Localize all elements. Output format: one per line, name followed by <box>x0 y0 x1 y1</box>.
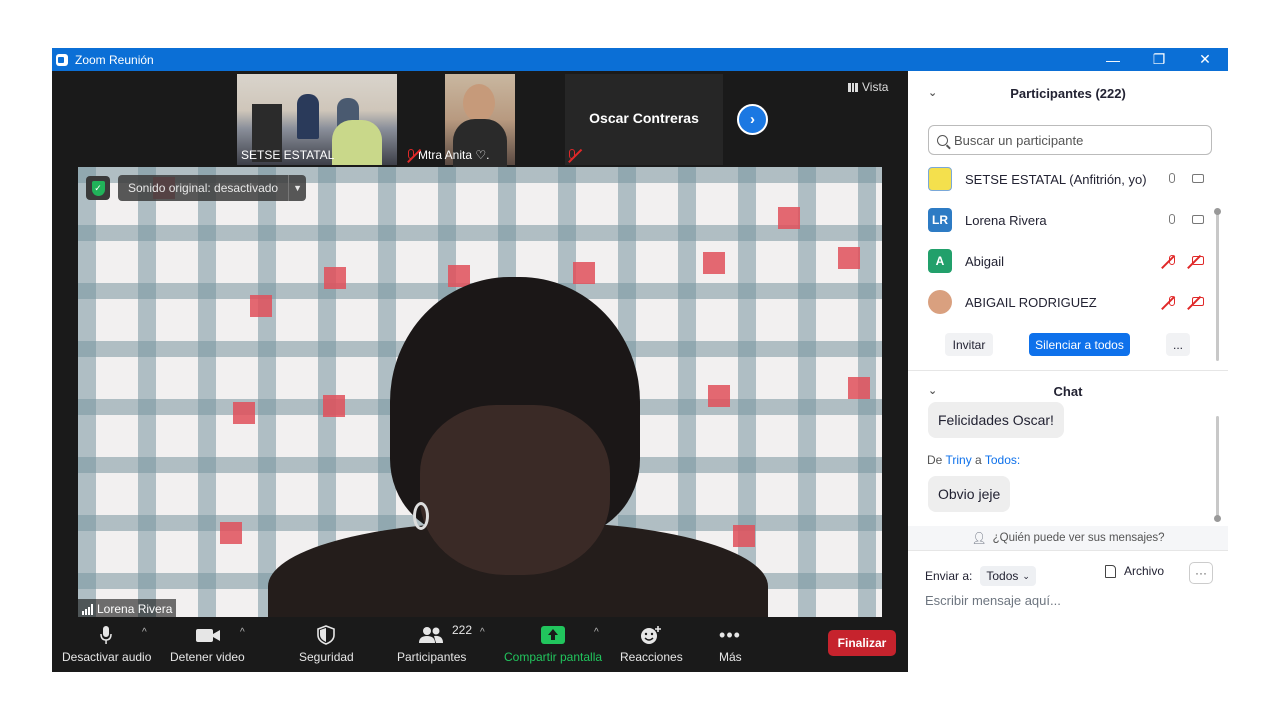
ellipsis-icon: ••• <box>719 624 741 645</box>
muted-mic-icon <box>408 148 414 162</box>
mute-all-button[interactable]: Silenciar a todos <box>1029 333 1130 356</box>
encryption-shield-icon[interactable]: ✓ <box>86 176 110 200</box>
file-icon <box>1105 564 1116 578</box>
message-visibility-link[interactable]: 👤︎ ¿Quién puede ver sus mensajes? <box>908 526 1228 550</box>
chat-sender[interactable]: Triny <box>945 453 971 467</box>
reactions-button[interactable]: Reacciones <box>618 617 688 672</box>
chat-scrollbar[interactable] <box>1216 416 1219 516</box>
send-to-label: Enviar a: <box>925 569 973 583</box>
participants-more-button[interactable]: ... <box>1166 333 1190 356</box>
avatar <box>928 290 952 314</box>
restore-button[interactable]: ❐ <box>1136 48 1182 71</box>
search-icon <box>937 134 948 146</box>
video-thumbnail[interactable]: Oscar Contreras <box>565 74 723 165</box>
speaker-name-label: Lorena Rivera <box>78 599 177 619</box>
scrollbar-thumb[interactable] <box>1214 208 1221 215</box>
chevron-up-icon[interactable]: ^ <box>480 627 485 638</box>
participant-search-input[interactable]: Buscar un participante <box>928 125 1212 155</box>
participant-row[interactable]: SETSE ESTATAL (Anfitrión, yo) <box>928 164 1208 194</box>
video-thumbnail[interactable]: Mtra Anita ♡. <box>408 74 515 169</box>
avatar: A <box>928 249 952 273</box>
chat-sender-line: De Triny a Todos: <box>927 453 1021 467</box>
mute-button[interactable]: ^ Desactivar audio <box>62 617 162 672</box>
minimize-button[interactable]: — <box>1090 48 1136 71</box>
video-camera-icon[interactable] <box>1188 213 1208 227</box>
shield-icon <box>316 625 336 645</box>
video-thumbnail[interactable]: SETSE ESTATAL <box>237 74 397 165</box>
share-screen-icon <box>540 625 566 645</box>
participants-title: Participantes (222) <box>1010 85 1126 101</box>
chevron-down-icon: ⌄ <box>1022 570 1030 581</box>
chat-message-input[interactable]: Escribir mensaje aquí... <box>925 593 1061 608</box>
scrollbar-thumb[interactable] <box>1214 515 1221 522</box>
muted-mic-icon[interactable] <box>1162 295 1182 309</box>
more-button[interactable]: ••• Más <box>716 617 756 672</box>
participant-row[interactable]: A Abigail <box>928 246 1208 276</box>
end-meeting-button[interactable]: Finalizar <box>828 630 896 656</box>
microphone-icon <box>98 625 114 645</box>
video-camera-icon <box>195 625 221 645</box>
avatar: LR <box>928 208 952 232</box>
video-camera-icon[interactable] <box>1188 172 1208 186</box>
chevron-down-icon[interactable]: ⌄ <box>928 384 937 397</box>
grid-icon <box>848 82 858 92</box>
close-button[interactable]: ✕ <box>1182 48 1228 71</box>
side-panel: ⌄ Participantes (222) Buscar un particip… <box>908 71 1228 672</box>
participant-row[interactable]: ABIGAIL RODRIGUEZ <box>928 287 1208 317</box>
zoom-app-icon <box>56 53 68 66</box>
thumbnail-name: SETSE ESTATAL <box>241 148 335 162</box>
video-off-icon[interactable] <box>1188 295 1208 309</box>
signal-icon <box>82 603 93 615</box>
chat-message: Felicidades Oscar! <box>928 402 1064 438</box>
main-video[interactable]: ✓ Sonido original: desactivado ▼ Lorena … <box>78 167 882 619</box>
zoom-window: Zoom Reunión — ❐ ✕ SETSE ESTATAL Mtra An… <box>52 48 1228 672</box>
video-off-icon[interactable] <box>1188 254 1208 268</box>
microphone-icon[interactable] <box>1162 172 1182 186</box>
chevron-down-icon[interactable]: ▼ <box>288 175 306 201</box>
participants-scrollbar[interactable] <box>1216 211 1219 361</box>
participants-header: ⌄ Participantes (222) <box>908 73 1228 113</box>
view-label: Vista <box>862 80 889 94</box>
chevron-right-icon: › <box>750 111 755 128</box>
original-sound-label: Sonido original: desactivado <box>128 181 279 195</box>
original-sound-control[interactable]: Sonido original: desactivado ▼ <box>118 175 307 201</box>
invite-button[interactable]: Invitar <box>945 333 993 356</box>
chat-more-button[interactable]: ··· <box>1189 562 1213 584</box>
recipient-select[interactable]: Todos ⌄ <box>980 566 1036 586</box>
chat-recipient[interactable]: Todos: <box>985 453 1020 467</box>
next-page-button[interactable]: › <box>737 104 768 135</box>
muted-mic-icon <box>569 148 575 162</box>
chat-title: Chat <box>1053 383 1083 399</box>
thumbnail-name: Oscar Contreras <box>589 110 699 126</box>
chevron-up-icon[interactable]: ^ <box>142 627 147 638</box>
participant-row[interactable]: LR Lorena Rivera <box>928 205 1208 235</box>
chat-message: Obvio jeje <box>928 476 1011 512</box>
smiley-icon <box>640 625 662 645</box>
thumbnail-name: Mtra Anita ♡. <box>418 148 490 162</box>
chevron-down-icon[interactable]: ⌄ <box>928 86 937 99</box>
participants-button[interactable]: 222 ^ Participantes <box>396 617 496 672</box>
title-bar: Zoom Reunión — ❐ ✕ <box>52 48 1228 71</box>
video-stage: SETSE ESTATAL Mtra Anita ♡. Oscar Contre… <box>52 71 908 672</box>
participant-count: 222 <box>452 623 473 637</box>
window-title: Zoom Reunión <box>75 52 154 67</box>
microphone-icon[interactable] <box>1162 213 1182 227</box>
avatar <box>928 167 952 191</box>
people-icon <box>418 625 444 645</box>
send-to-row: Enviar a: Todos ⌄ <box>925 566 1036 586</box>
person-icon: 👤︎ <box>971 531 987 545</box>
chevron-up-icon[interactable]: ^ <box>240 627 245 638</box>
divider <box>908 550 1228 551</box>
security-button[interactable]: Seguridad <box>298 617 358 672</box>
chevron-up-icon[interactable]: ^ <box>594 627 599 638</box>
file-button[interactable]: Archivo <box>1105 564 1164 578</box>
meeting-toolbar: ^ Desactivar audio ^ Detener video Segur… <box>52 617 908 672</box>
view-button[interactable]: Vista <box>848 80 888 94</box>
muted-mic-icon[interactable] <box>1162 254 1182 268</box>
stop-video-button[interactable]: ^ Detener video <box>170 617 270 672</box>
search-placeholder: Buscar un participante <box>954 132 1084 148</box>
share-screen-button[interactable]: ^ Compartir pantalla <box>502 617 612 672</box>
